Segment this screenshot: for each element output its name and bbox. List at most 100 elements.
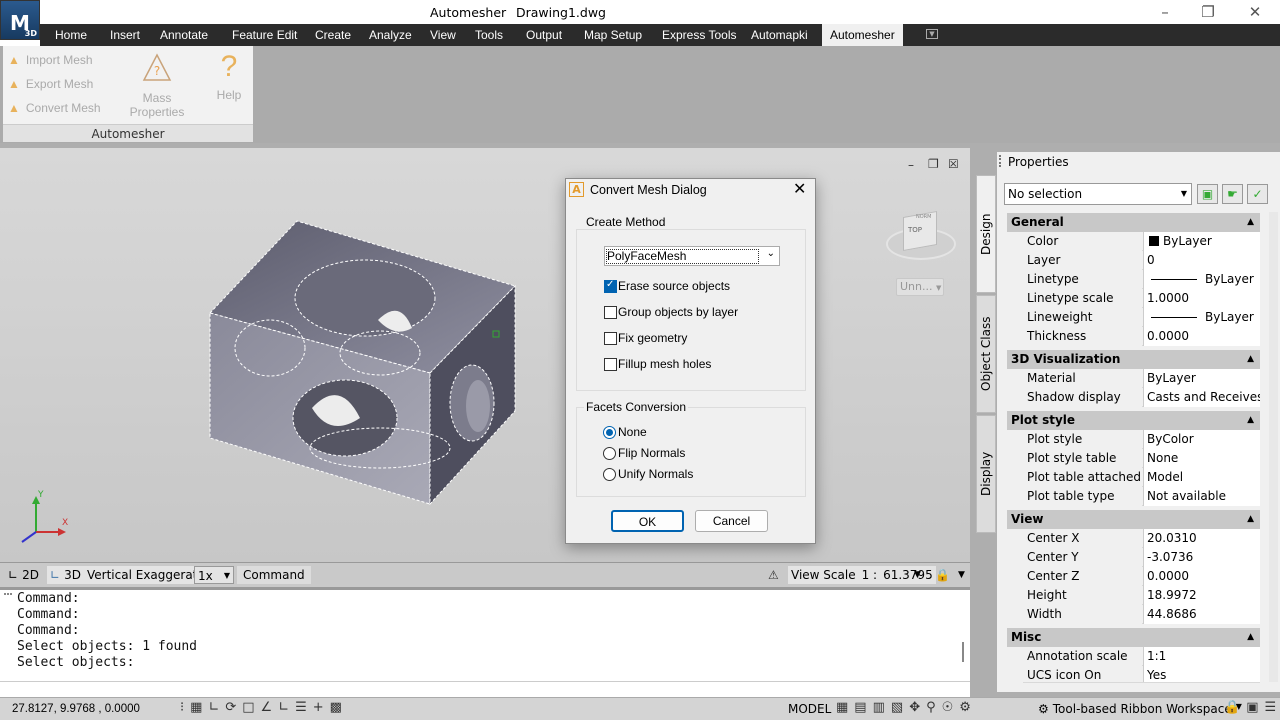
fullscreen-icon[interactable]: ▣ — [1246, 700, 1258, 715]
section-misc[interactable]: Misc ▲ — [1007, 628, 1260, 647]
erase-source-checkbox[interactable]: ✓ — [604, 279, 617, 293]
menu-automesher[interactable]: Automesher — [822, 24, 903, 46]
dialog-close-button[interactable]: ✕ — [793, 179, 806, 198]
convert-mesh-button[interactable]: ▲ Convert Mesh — [8, 101, 101, 115]
workspace-switcher[interactable]: ⚙ Tool-based Ribbon Workspace ▼ — [1038, 702, 1242, 716]
menu-map-setup[interactable]: Map Setup — [584, 24, 642, 46]
menu-create[interactable]: Create — [315, 24, 351, 46]
menu-output[interactable]: Output — [526, 24, 562, 46]
prop-plot-style[interactable]: Plot style ByColor — [1023, 430, 1260, 449]
command-input[interactable] — [0, 681, 970, 696]
cancel-button[interactable]: Cancel — [695, 510, 768, 532]
menu-analyze[interactable]: Analyze — [369, 24, 412, 46]
prop-material[interactable]: Material ByLayer — [1023, 369, 1260, 388]
selection-dropdown[interactable]: No selection ▼ — [1004, 183, 1192, 205]
mode-2d-button[interactable]: ∟ 2D — [8, 566, 39, 584]
app-logo-button[interactable]: M 3D — [0, 0, 40, 40]
command-label[interactable]: Command — [237, 566, 311, 584]
pan-icon[interactable]: ✥ — [909, 700, 920, 715]
viewport-close-icon[interactable]: ☒ — [948, 157, 959, 171]
export-mesh-button[interactable]: ▲ Export Mesh — [8, 77, 93, 91]
menu-home[interactable]: Home — [55, 24, 87, 46]
layout-icon[interactable]: ▤ — [854, 700, 866, 715]
command-grip-icon[interactable] — [4, 593, 12, 601]
otrack-icon[interactable]: ∠ — [261, 700, 273, 715]
palette-grip-icon[interactable] — [999, 155, 1003, 167]
facets-unify-radio[interactable] — [603, 468, 616, 481]
menu-insert[interactable]: Insert — [110, 24, 140, 46]
model-grid-icon[interactable]: ▦ — [836, 700, 848, 715]
annotate-icon[interactable]: ▥ — [873, 700, 885, 715]
vertical-exaggeration-select[interactable]: 1x ▼ — [194, 566, 234, 584]
minimize-button[interactable]: – — [1150, 2, 1180, 22]
help-button[interactable]: ? Help — [212, 50, 246, 102]
prop-lineweight[interactable]: Lineweight ByLayer — [1023, 308, 1260, 327]
zoom-icon[interactable]: ⚲ — [926, 700, 936, 715]
calculator-icon[interactable]: ▩ — [330, 700, 342, 715]
status-menu-icon[interactable]: ▼ — [958, 566, 965, 584]
collapse-icon[interactable]: ▲ — [1247, 350, 1254, 369]
prop-center-x[interactable]: Center X 20.0310 — [1023, 529, 1260, 548]
steering-wheel-icon[interactable]: ⚙ — [959, 700, 971, 715]
viewcube[interactable]: TOP NORM — [886, 210, 956, 266]
named-view-dropdown[interactable]: Unn... ▼ — [896, 278, 944, 296]
ok-button[interactable]: OK — [611, 510, 684, 532]
dynamic-ucs-icon[interactable]: ∟ — [278, 700, 289, 715]
lock-ui-icon[interactable]: 🔒 — [1224, 700, 1240, 715]
select-objects-icon[interactable]: ☛ — [1222, 184, 1243, 204]
section-general[interactable]: General ▲ — [1007, 213, 1260, 232]
drawing-viewport[interactable]: Y X TOP NORM Unn... ▼ – ❐ ☒ — [0, 148, 970, 562]
prop-linetype-scale[interactable]: Linetype scale 1.0000 — [1023, 289, 1260, 308]
quick-select-icon[interactable]: ✓ — [1247, 184, 1268, 204]
prop-plot-table-attached[interactable]: Plot table attached toModel — [1023, 468, 1260, 487]
section-3d-visualization[interactable]: 3D Visualization ▲ — [1007, 350, 1260, 369]
group-by-layer-checkbox[interactable] — [604, 306, 617, 319]
viewports-icon[interactable]: ▧ — [891, 700, 903, 715]
menu-automapki[interactable]: Automapki — [751, 24, 808, 46]
tab-object-class[interactable]: Object Class — [976, 295, 996, 413]
grid-icon[interactable]: ▦ — [190, 700, 202, 715]
lock-icon[interactable]: 🔒 — [935, 566, 950, 584]
prop-plot-table-type[interactable]: Plot table type Not available — [1023, 487, 1260, 506]
fillup-holes-checkbox[interactable] — [604, 358, 617, 371]
prop-ucs-icon-on[interactable]: UCS icon On Yes — [1023, 666, 1260, 683]
prop-height[interactable]: Height 18.9972 — [1023, 586, 1260, 605]
prop-center-y[interactable]: Center Y -3.0736 — [1023, 548, 1260, 567]
section-plot-style[interactable]: Plot style ▲ — [1007, 411, 1260, 430]
ribbon-options-icon[interactable]: ▼ — [926, 29, 938, 39]
customize-icon[interactable]: ☰ — [1264, 700, 1276, 715]
plus-icon[interactable]: + — [313, 700, 324, 715]
restore-button[interactable]: ❐ — [1193, 2, 1223, 22]
command-scrollbar[interactable] — [962, 642, 964, 662]
ortho-icon[interactable]: ∟ — [208, 700, 219, 715]
prop-annotation-scale[interactable]: Annotation scale 1:1 — [1023, 647, 1260, 666]
osnap-icon[interactable]: □ — [242, 700, 254, 715]
collapse-icon[interactable]: ▲ — [1247, 213, 1254, 232]
fix-geometry-checkbox[interactable] — [604, 332, 617, 345]
menu-view[interactable]: View — [430, 24, 456, 46]
collapse-icon[interactable]: ▲ — [1247, 628, 1254, 647]
viewport-minimize-icon[interactable]: – — [908, 158, 914, 172]
mode-3d-button[interactable]: ∟ 3D — [47, 566, 84, 584]
model-space-button[interactable]: MODEL — [788, 702, 831, 716]
toggle-pickadd-icon[interactable]: ▣ — [1197, 184, 1218, 204]
import-mesh-button[interactable]: ▲ Import Mesh — [8, 53, 93, 67]
prop-plot-style-table[interactable]: Plot style table None — [1023, 449, 1260, 468]
menu-annotate[interactable]: Annotate — [160, 24, 208, 46]
tab-display[interactable]: Display — [976, 415, 996, 533]
polar-icon[interactable]: ⟳ — [225, 700, 236, 715]
collapse-icon[interactable]: ▲ — [1247, 411, 1254, 430]
facets-none-radio[interactable] — [603, 426, 616, 439]
menu-express-tools[interactable]: Express Tools — [662, 24, 736, 46]
orbit-icon[interactable]: ☉ — [942, 700, 954, 715]
prop-linetype[interactable]: Linetype ByLayer — [1023, 270, 1260, 289]
viewport-restore-icon[interactable]: ❐ — [928, 157, 939, 171]
lineweight-icon[interactable]: ☰ — [295, 700, 307, 715]
prop-shadow-display[interactable]: Shadow displayCasts and Receives ... — [1023, 388, 1260, 407]
create-method-select[interactable]: PolyFaceMesh ⌄ — [604, 246, 780, 266]
prop-center-z[interactable]: Center Z 0.0000 — [1023, 567, 1260, 586]
facets-flip-radio[interactable] — [603, 447, 616, 460]
prop-width[interactable]: Width 44.8686 — [1023, 605, 1260, 624]
properties-scrollbar[interactable] — [1269, 212, 1278, 682]
close-button[interactable]: ✕ — [1240, 2, 1270, 22]
